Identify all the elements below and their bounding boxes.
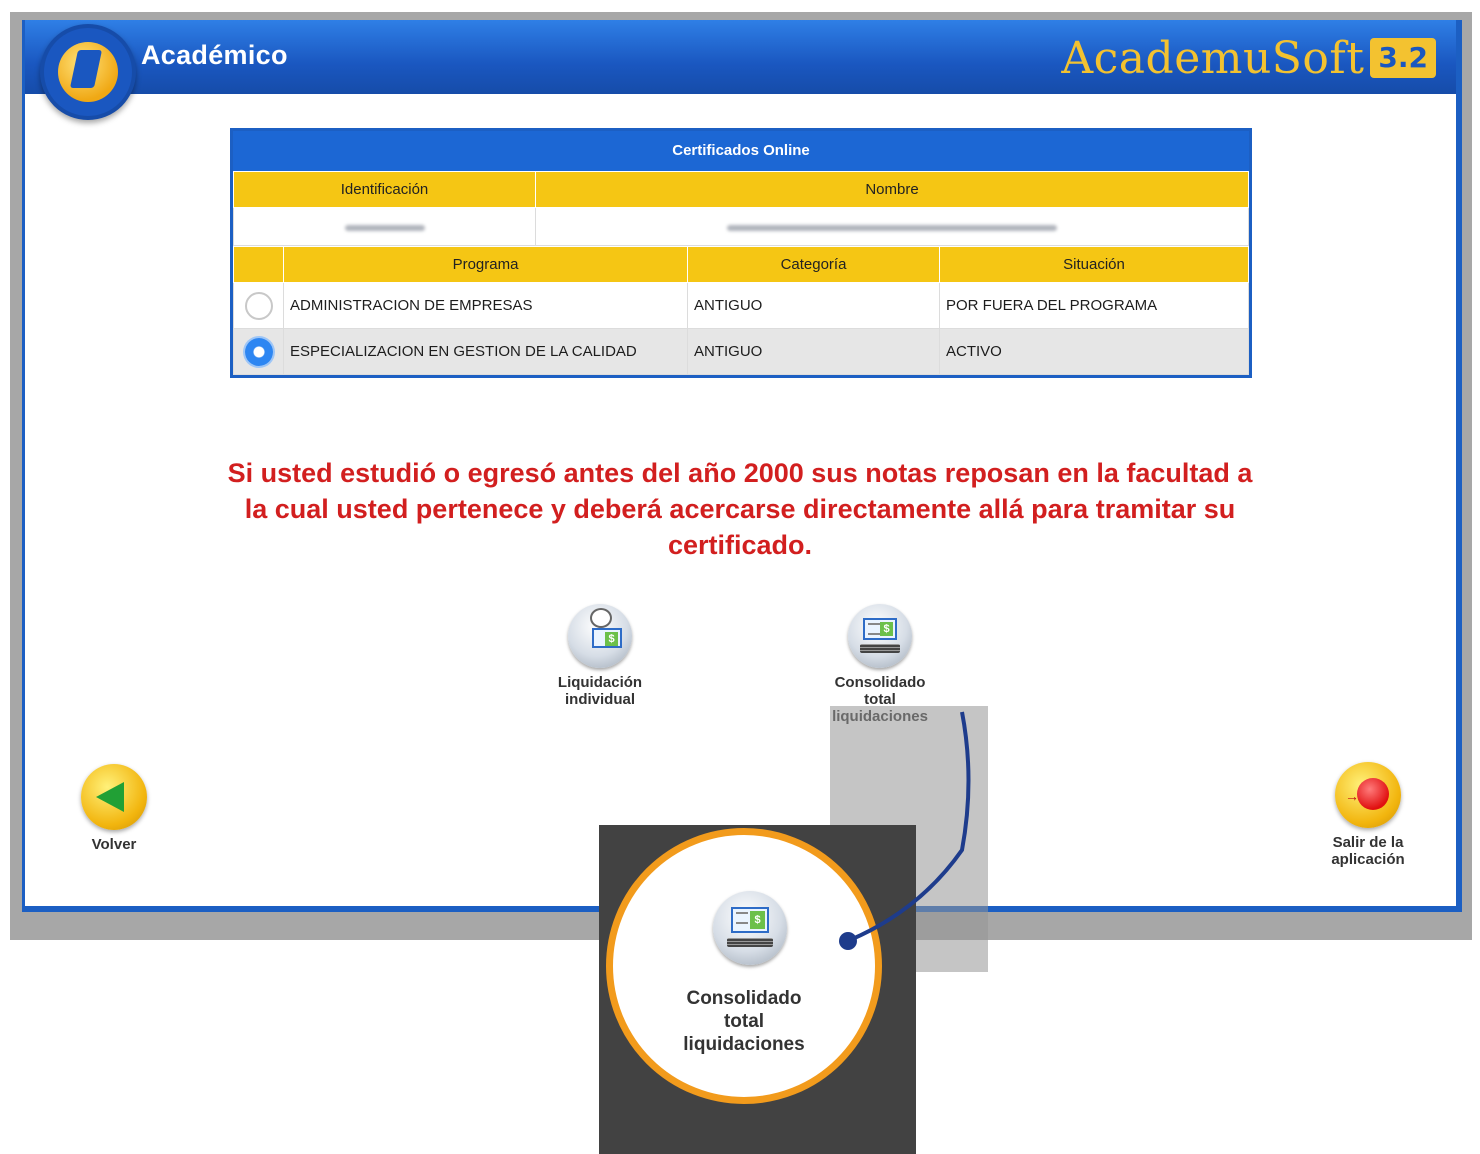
program-radio-selected[interactable] [244,337,273,366]
exit-button[interactable]: → Salir de la aplicación [1318,762,1418,868]
certificados-table: Certificados Online Identificación Nombr… [230,128,1252,378]
callout-label: Consolidado total liquidaciones [613,987,875,1056]
brand-version: 3.2 [1370,38,1436,78]
back-label: Volver [91,836,137,853]
program-header-row: Programa Categoría Situación [233,246,1249,283]
callout-label-1: Consolidado [686,988,802,1009]
callout-label-2: total [723,1011,765,1032]
brand-logo: AcademuSoft 3.2 [1061,28,1436,88]
callout-label-3: liquidaciones [683,1034,805,1055]
consolidado-zoom-icon: $ [713,891,787,965]
exit-label-2: aplicación [1331,851,1405,868]
back-arrow-icon [81,764,147,830]
programa-cell: ADMINISTRACION DE EMPRESAS [283,282,688,329]
col-programa: Programa [283,246,688,283]
nombre-value [535,207,1249,246]
table-row[interactable]: ADMINISTRACION DE EMPRESAS ANTIGUO POR F… [233,282,1249,329]
program-radio[interactable] [244,291,273,320]
identificacion-value [233,207,536,246]
liquidacion-individual-button[interactable]: $ Liquidación individual [540,604,660,708]
consolidado-label-1: Consolidado [834,674,926,691]
col-situacion: Situación [939,246,1249,283]
programa-cell: ESPECIALIZACION EN GESTION DE LA CALIDAD [283,328,688,375]
situacion-cell: POR FUERA DEL PROGRAMA [939,282,1249,329]
liquidacion-icon: $ [568,604,632,668]
academico-logo-icon [40,24,136,120]
app-title: Académico [141,40,288,70]
title-bar: Académico AcademuSoft 3.2 [25,20,1456,94]
exit-label-1: Salir de la [1332,834,1404,851]
col-categoria: Categoría [687,246,940,283]
liquidacion-label-2: individual [564,691,635,708]
screenshot-stage: Académico AcademuSoft 3.2 Certificados O… [0,0,1480,1154]
liquidacion-label-1: Liquidación [557,674,643,691]
row-radio-cell[interactable] [233,282,284,329]
table-header: Certificados Online [233,131,1249,171]
row-radio-cell[interactable] [233,328,284,375]
categoria-cell: ANTIGUO [687,328,940,375]
situacion-cell: ACTIVO [939,328,1249,375]
back-button[interactable]: Volver [72,764,156,853]
notice-text: Si usted estudió o egresó antes del año … [227,458,1253,560]
identity-row [233,207,1249,246]
col-identificacion: Identificación [233,171,536,208]
exit-icon: → [1335,762,1401,828]
brand-name: AcademuSoft [1061,32,1365,84]
categoria-cell: ANTIGUO [687,282,940,329]
consolidado-icon: $ [848,604,912,668]
table-row[interactable]: ESPECIALIZACION EN GESTION DE LA CALIDAD… [233,328,1249,375]
id-header-row: Identificación Nombre [233,171,1249,208]
callout-magnifier: $ Consolidado total liquidaciones [606,828,882,1104]
col-nombre: Nombre [535,171,1249,208]
